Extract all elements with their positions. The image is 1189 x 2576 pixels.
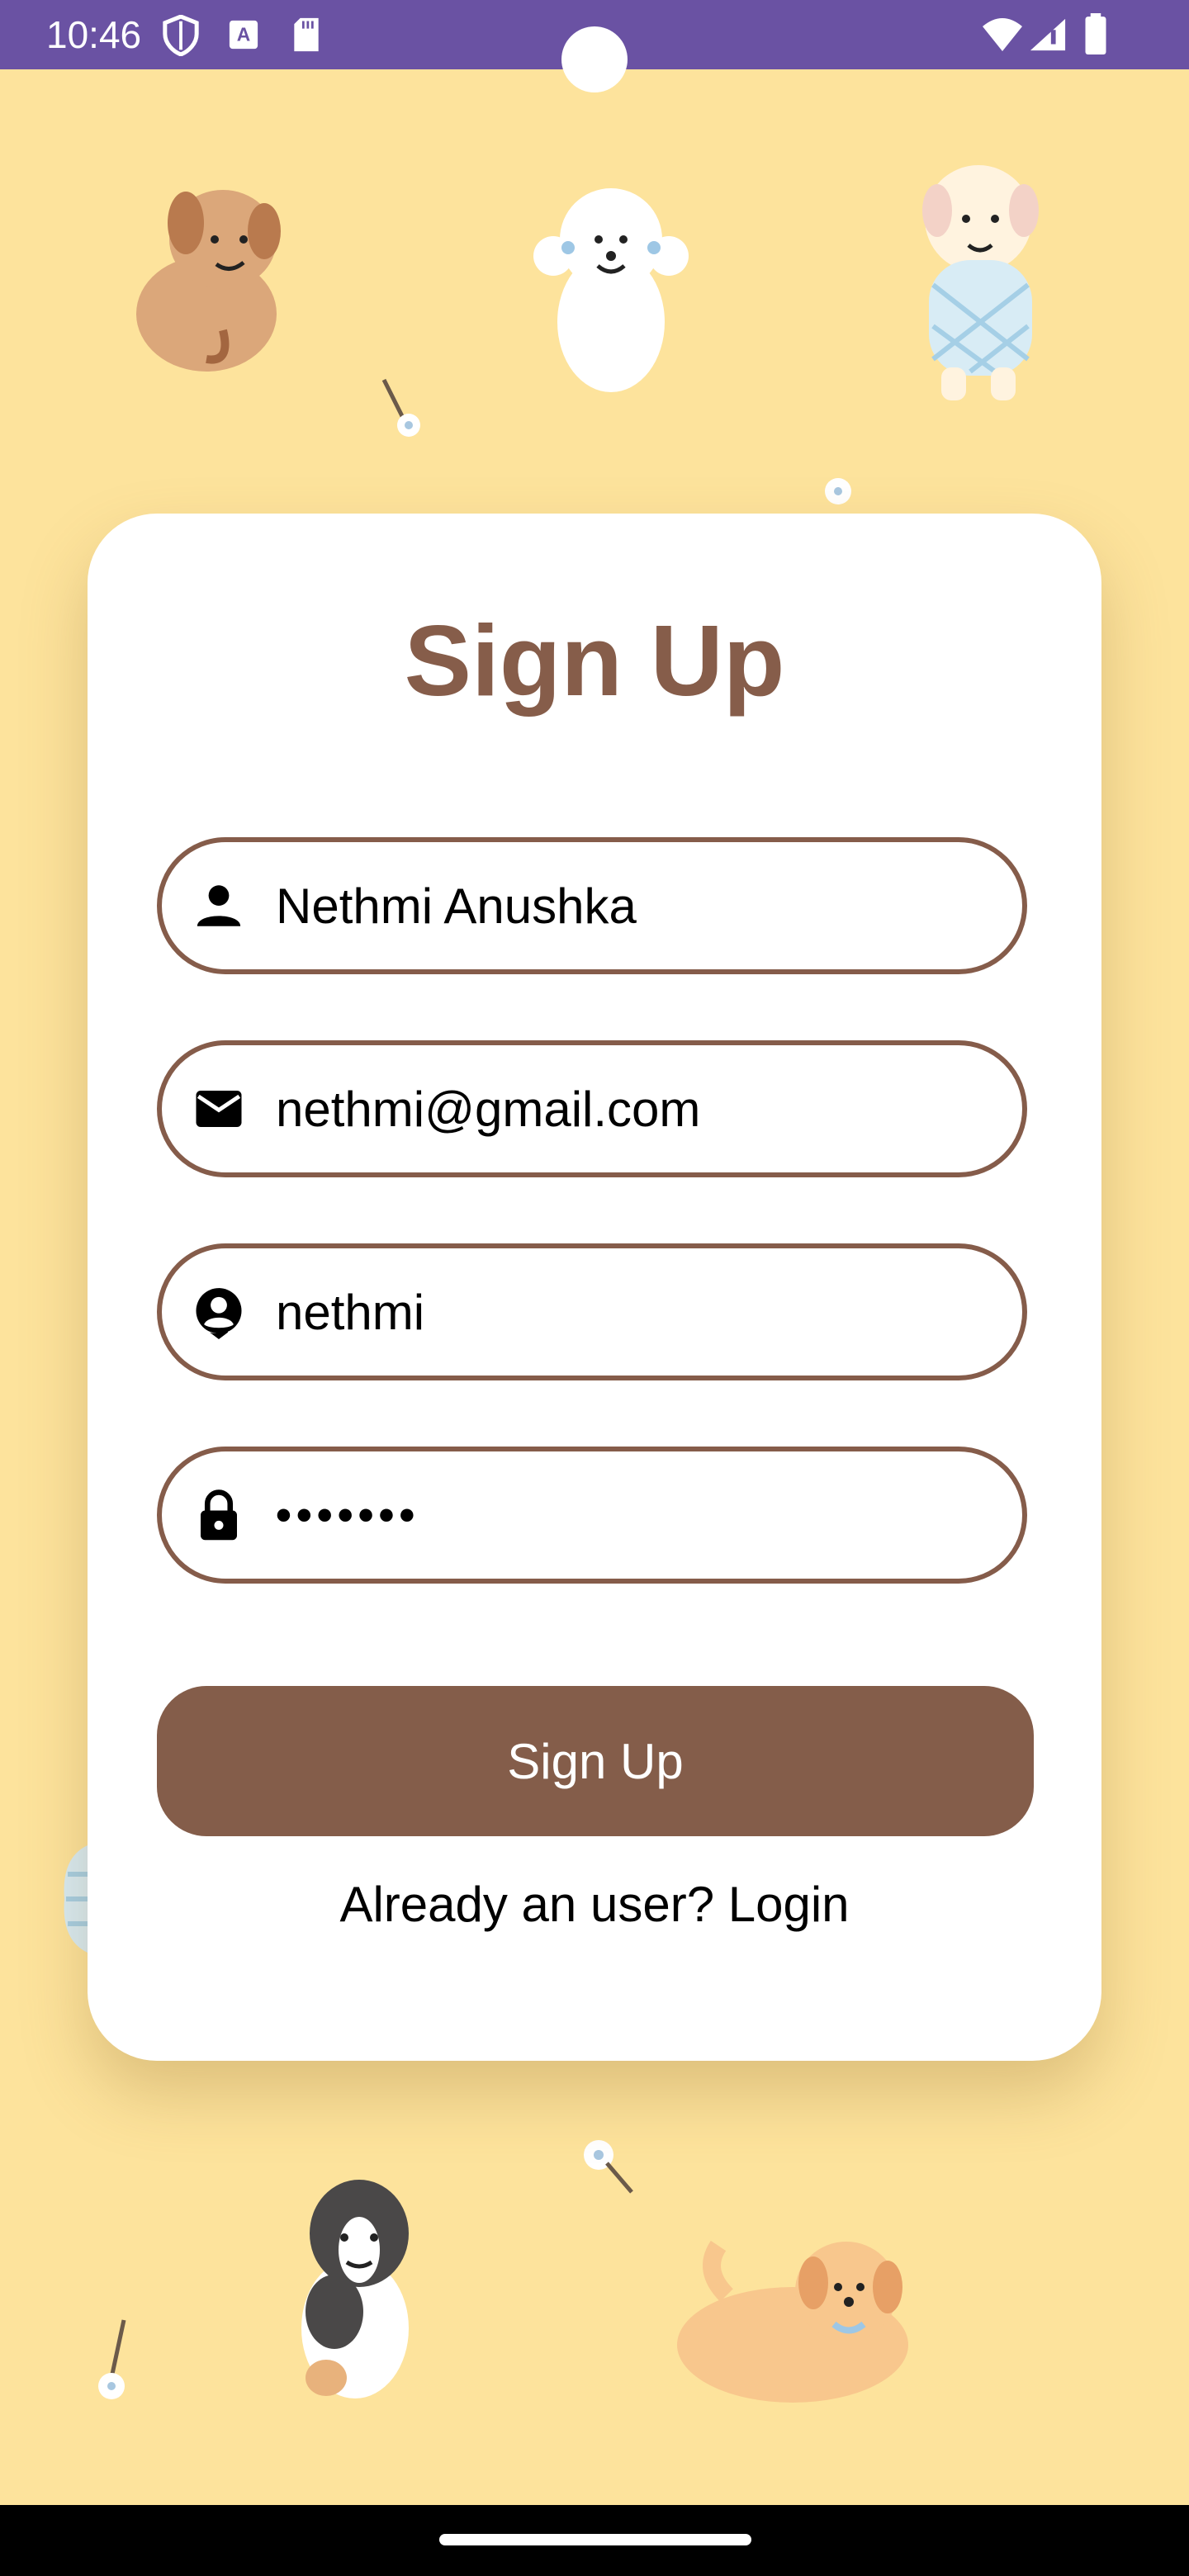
password-input[interactable]: ••••••• (276, 1451, 989, 1579)
flower-icon (584, 2140, 633, 2194)
dog-icon (136, 190, 281, 372)
password-field[interactable]: ••••••• (157, 1447, 1027, 1584)
sd-card-icon (294, 17, 319, 52)
account-circle-icon (196, 1288, 242, 1339)
page-title: Sign Up (404, 604, 785, 717)
font-a-icon: A (229, 20, 258, 50)
name-input[interactable]: Nethmi Anushka (276, 842, 989, 969)
flower-icon (825, 478, 851, 504)
home-gesture-handle[interactable] (439, 2534, 751, 2545)
email-icon (196, 1091, 242, 1127)
signup-card: Sign Up Nethmi Anushka nethmi@gmail.com … (88, 514, 1101, 2061)
email-field[interactable]: nethmi@gmail.com (157, 1040, 1027, 1177)
camera-cutout (561, 26, 628, 92)
person-icon (197, 885, 241, 926)
svg-text:A: A (237, 24, 250, 45)
dog-icon (922, 165, 1039, 400)
shield-icon (163, 15, 199, 56)
flower-icon (381, 378, 420, 437)
status-time: 10:46 (46, 13, 142, 56)
name-field[interactable]: Nethmi Anushka (157, 837, 1027, 974)
signup-button[interactable]: Sign Up (157, 1686, 1034, 1836)
username-field[interactable]: nethmi (157, 1243, 1027, 1380)
username-input[interactable]: nethmi (276, 1248, 989, 1376)
battery-icon (1085, 13, 1106, 54)
flower-icon (98, 2319, 126, 2399)
dog-icon (301, 2180, 409, 2398)
wifi-icon (983, 18, 1022, 51)
login-link[interactable]: Already an user? Login (88, 1876, 1101, 1933)
signal-icon (1030, 18, 1066, 51)
lock-icon (201, 1489, 237, 1541)
email-input[interactable]: nethmi@gmail.com (276, 1045, 989, 1172)
dog-icon (677, 2240, 908, 2403)
dog-icon (533, 188, 689, 392)
